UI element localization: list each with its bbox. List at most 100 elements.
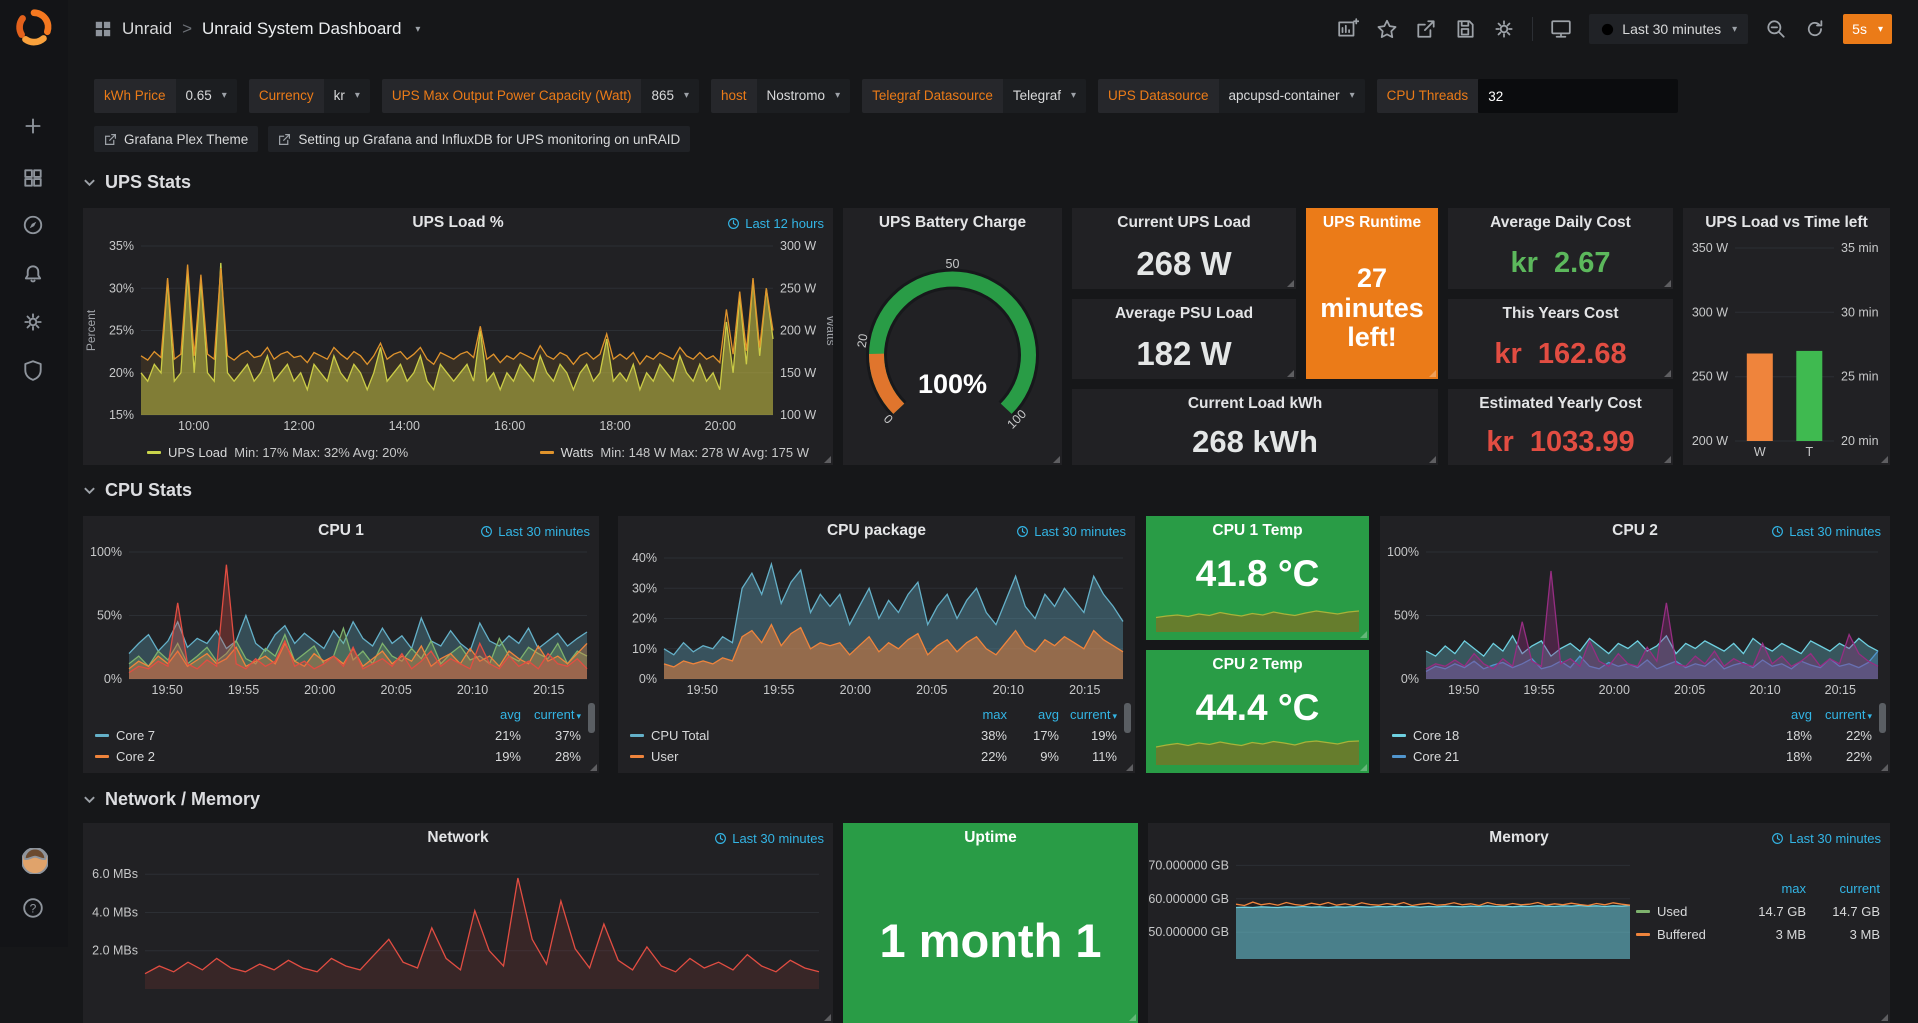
zoom-out-icon[interactable]: [1765, 18, 1787, 40]
svg-text:50%: 50%: [1394, 609, 1419, 623]
panel-memory: Memory Last 30 minutes 50.000000 GB60.00…: [1148, 823, 1890, 1023]
svg-text:20:10: 20:10: [1749, 683, 1780, 697]
dashboards-icon[interactable]: [22, 167, 46, 191]
variable-dropdown[interactable]: Nostromo▾: [757, 79, 851, 113]
svg-text:0: 0: [881, 412, 896, 427]
svg-text:200 W: 200 W: [780, 324, 816, 338]
panel-title[interactable]: This Years Cost: [1448, 299, 1673, 329]
grafana-logo[interactable]: [15, 8, 53, 46]
add-panel-icon[interactable]: [1337, 18, 1359, 40]
legend-scrollbar[interactable]: [1879, 703, 1886, 733]
variable-dropdown[interactable]: apcupsd-container▾: [1219, 79, 1365, 113]
legend-row: CPU Total 38%17%19%: [630, 725, 1117, 746]
clock-icon: [1600, 22, 1615, 37]
help-icon[interactable]: ?: [22, 897, 46, 921]
panel-title[interactable]: Current Load kWh: [1072, 389, 1438, 419]
svg-text:300 W: 300 W: [1692, 305, 1728, 319]
row-header-cpu-stats[interactable]: CPU Stats: [83, 480, 192, 501]
save-icon[interactable]: [1454, 18, 1476, 40]
refresh-icon[interactable]: [1804, 18, 1826, 40]
legend-scrollbar[interactable]: [588, 703, 595, 733]
svg-text:20: 20: [855, 333, 871, 349]
breadcrumb-folder[interactable]: Unraid: [122, 19, 172, 39]
panel-title[interactable]: Current UPS Load: [1072, 208, 1296, 238]
svg-text:20:00: 20:00: [705, 419, 736, 433]
star-icon[interactable]: [1376, 18, 1398, 40]
panel-title[interactable]: Average Daily Cost: [1448, 208, 1673, 238]
panel-title[interactable]: UPS Runtime: [1306, 208, 1438, 238]
caret-down-icon[interactable]: ▾: [415, 24, 420, 35]
variable-label: CPU Threads: [1377, 79, 1479, 113]
panel-title[interactable]: UPS Load %: [83, 208, 833, 238]
svg-text:50.000000 GB: 50.000000 GB: [1148, 925, 1229, 939]
alerting-icon[interactable]: [22, 263, 46, 287]
svg-text:20:15: 20:15: [1069, 683, 1100, 697]
panel-title[interactable]: Estimated Yearly Cost: [1448, 389, 1673, 419]
cpu-threads-input[interactable]: [1478, 79, 1678, 113]
svg-text:40%: 40%: [632, 551, 657, 565]
network-chart[interactable]: 2.0 MBs4.0 MBs6.0 MBs: [83, 853, 833, 993]
add-icon[interactable]: [22, 115, 46, 139]
variable-cpu-threads: CPU Threads: [1377, 79, 1679, 113]
legend: maxcurrent Used 14.7 GB14.7 GB Buffered …: [1636, 877, 1880, 946]
panel-title[interactable]: UPS Battery Charge: [843, 208, 1062, 238]
sort-caret-icon: ▾: [1867, 711, 1872, 721]
ups-load-vs-time-chart[interactable]: 200 W250 W300 W350 W20 min25 min30 min35…: [1683, 240, 1890, 461]
svg-text:0%: 0%: [639, 672, 657, 686]
ups-load-chart[interactable]: 15%20%25%30%35%100 W150 W200 W250 W300 W…: [83, 238, 833, 435]
svg-text:300 W: 300 W: [780, 239, 816, 253]
plugins-shield-icon[interactable]: [22, 359, 46, 383]
variable-dropdown[interactable]: 0.65▾: [176, 79, 237, 113]
svg-text:20:10: 20:10: [993, 683, 1024, 697]
variable-dropdown[interactable]: Telegraf▾: [1003, 79, 1086, 113]
stat-value: 268 W: [1136, 245, 1231, 283]
panel-title[interactable]: Average PSU Load: [1072, 299, 1296, 329]
svg-text:20:10: 20:10: [457, 683, 488, 697]
svg-text:30%: 30%: [632, 581, 657, 595]
explore-icon[interactable]: [22, 214, 46, 238]
svg-text:20%: 20%: [632, 612, 657, 626]
panel-uptime: Uptime 1 month 1: [843, 823, 1138, 1023]
panel-title[interactable]: UPS Load vs Time left: [1683, 208, 1890, 238]
svg-text:2.0 MBs: 2.0 MBs: [92, 944, 138, 958]
legend-item[interactable]: UPS Load Min: 17% Max: 32% Avg: 20%: [147, 445, 408, 460]
row-header-ups-stats[interactable]: UPS Stats: [83, 172, 191, 193]
cpu2-chart[interactable]: 0%50%100%19:5019:5520:0020:0520:1020:15: [1380, 546, 1890, 699]
settings-icon[interactable]: [1493, 18, 1515, 40]
variable-dropdown[interactable]: kr▾: [324, 79, 370, 113]
variable-dropdown[interactable]: 865▾: [641, 79, 699, 113]
battery-gauge: 02050100100%: [843, 244, 1062, 450]
dashboard-link-ups-guide[interactable]: Setting up Grafana and InfluxDB for UPS …: [268, 126, 690, 152]
legend-scrollbar[interactable]: [1124, 703, 1131, 733]
variable-label: host: [711, 79, 757, 113]
cpu1-chart[interactable]: 0%50%100%19:5019:5520:0020:0520:1020:15: [83, 546, 599, 699]
panel-cpu-1-temp: CPU 1 Temp 41.8 °C: [1146, 516, 1369, 640]
time-picker[interactable]: Last 30 minutes▾: [1589, 14, 1748, 44]
dashboard-link-plex-theme[interactable]: Grafana Plex Theme: [94, 126, 258, 152]
configuration-icon[interactable]: [22, 311, 46, 335]
svg-text:6.0 MBs: 6.0 MBs: [92, 867, 138, 881]
refresh-interval-picker[interactable]: 5s▾: [1843, 14, 1892, 44]
cpu-package-chart[interactable]: 0%10%20%30%40%19:5019:5520:0020:0520:102…: [618, 546, 1135, 699]
legend-row: Core 2 19%28%: [95, 746, 581, 767]
row-header-network-memory[interactable]: Network / Memory: [83, 789, 260, 810]
sort-caret-icon: ▾: [1112, 711, 1117, 721]
breadcrumb-title[interactable]: Unraid System Dashboard: [202, 19, 401, 39]
variable-label: UPS Max Output Power Capacity (Watt): [382, 79, 642, 113]
legend-item[interactable]: Watts Min: 148 W Max: 278 W Avg: 175 W: [540, 445, 809, 460]
navbar: Unraid > Unraid System Dashboard ▾ Last …: [68, 0, 1918, 58]
svg-text:20:00: 20:00: [304, 683, 335, 697]
chevron-down-icon: [83, 486, 96, 495]
external-link-icon: [104, 133, 117, 146]
svg-text:200 W: 200 W: [1692, 434, 1728, 448]
svg-text:10:00: 10:00: [178, 419, 209, 433]
share-icon[interactable]: [1415, 18, 1437, 40]
avatar[interactable]: [22, 848, 46, 872]
chevron-down-icon: [83, 178, 96, 187]
panel-title[interactable]: CPU 2 Temp: [1146, 650, 1369, 680]
svg-text:50%: 50%: [97, 609, 122, 623]
panel-title[interactable]: CPU 1 Temp: [1146, 516, 1369, 546]
panel-cpu-2-temp: CPU 2 Temp 44.4 °C: [1146, 650, 1369, 773]
cycle-view-icon[interactable]: [1550, 18, 1572, 40]
panel-title[interactable]: Uptime: [843, 823, 1138, 853]
